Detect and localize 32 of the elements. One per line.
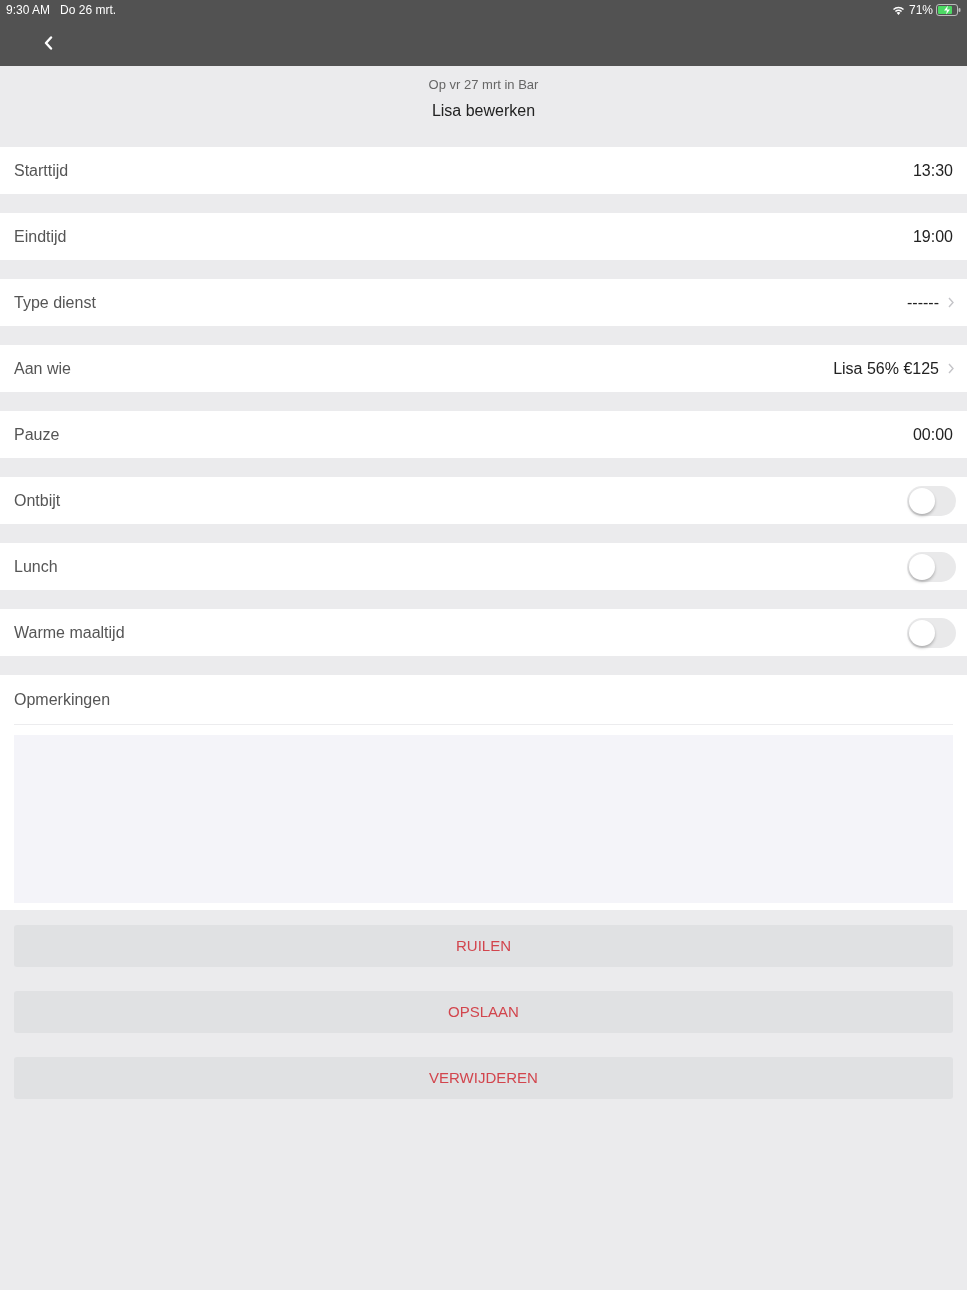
wifi-icon <box>891 5 905 15</box>
toggle-switch[interactable] <box>907 551 956 582</box>
status-date: Do 26 mrt. <box>60 2 117 19</box>
chevron-right-icon <box>948 297 954 308</box>
toggle-switch[interactable] <box>907 485 956 516</box>
field-label: Eindtijd <box>14 226 67 247</box>
field-label: Pauze <box>14 424 60 445</box>
status-time: 9:30 AM <box>6 2 51 19</box>
form-row[interactable]: Warme maaltijd <box>0 609 967 656</box>
field-label: Warme maaltijd <box>14 622 125 643</box>
field-label: Aan wie <box>14 358 71 379</box>
field-value: 00:00 <box>912 424 954 445</box>
battery-charging-icon <box>936 4 961 16</box>
field-value: ------ <box>907 292 940 313</box>
field-label: Opmerkingen <box>14 689 111 710</box>
back-chevron-icon <box>43 36 53 50</box>
field-value: Lisa 56% €125 <box>833 358 940 379</box>
form-row[interactable]: Aan wie Lisa 56% €125 <box>0 345 967 392</box>
battery-percentage: 71% <box>908 2 933 19</box>
header-title: Lisa bewerken <box>431 101 536 121</box>
form-row[interactable]: Ontbijt <box>0 477 967 524</box>
toggle-switch[interactable] <box>907 617 956 648</box>
field-value: 19:00 <box>912 226 954 247</box>
field-value: 13:30 <box>912 160 954 181</box>
form-row[interactable]: Lunch <box>0 543 967 590</box>
form-row[interactable]: Type dienst ------ <box>0 279 967 326</box>
chevron-right-icon <box>948 363 954 374</box>
field-label: Ontbijt <box>14 490 61 511</box>
field-label: Type dienst <box>14 292 96 313</box>
field-label: Lunch <box>14 556 58 577</box>
field-label: Starttijd <box>14 160 69 181</box>
header-subtitle: Op vr 27 mrt in Bar <box>428 76 539 94</box>
